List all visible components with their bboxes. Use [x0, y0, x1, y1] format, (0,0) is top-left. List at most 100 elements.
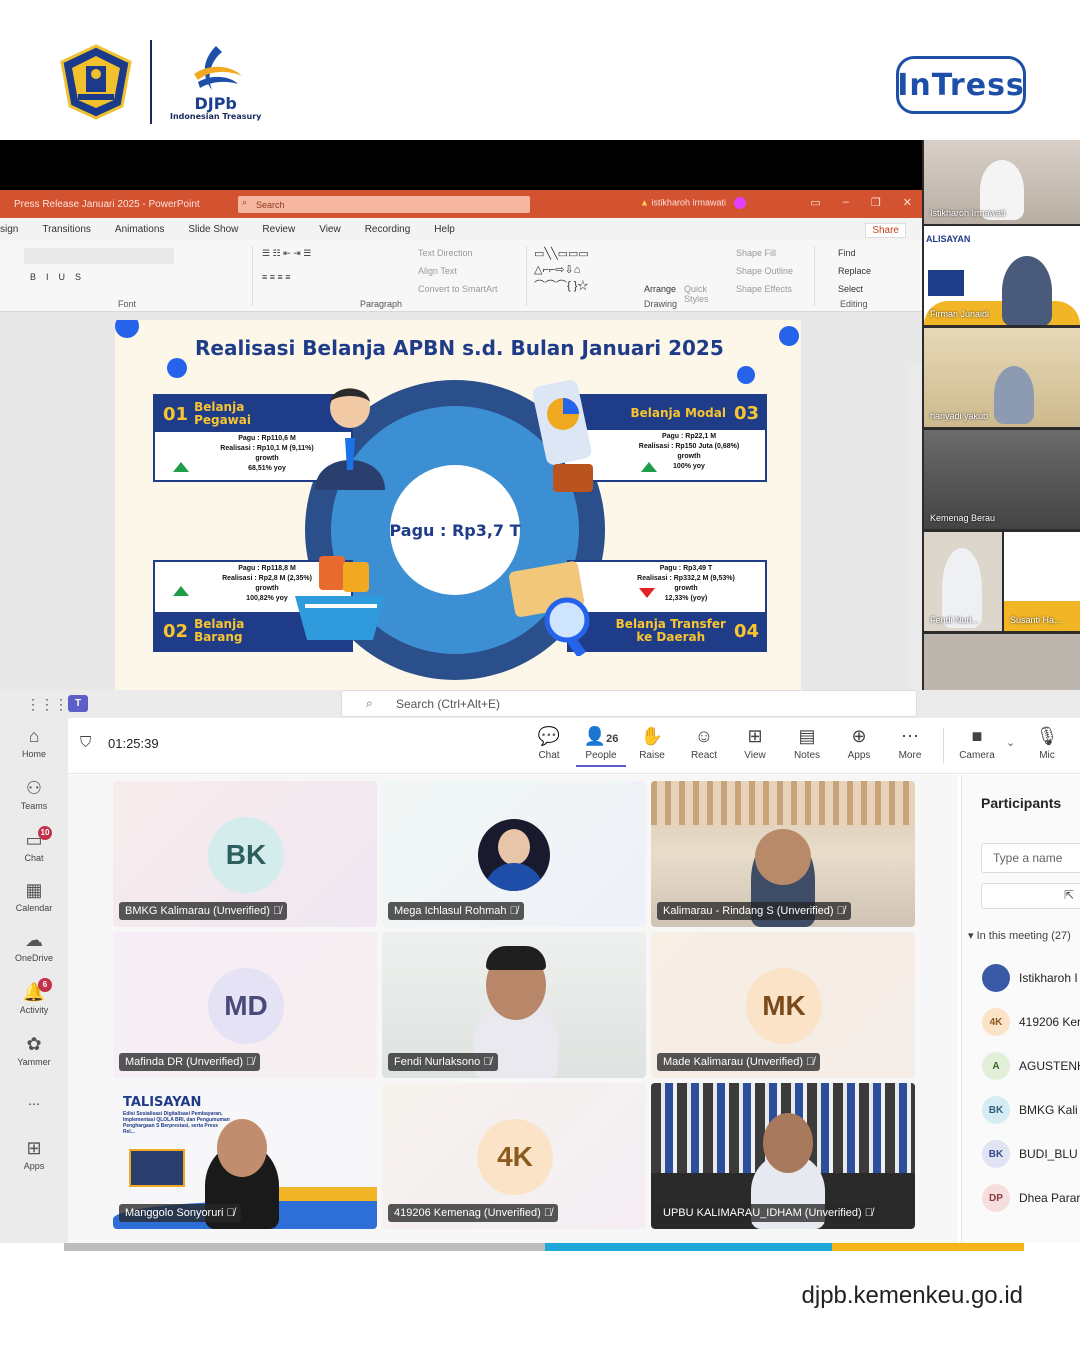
convert-smartart-button[interactable]: Convert to SmartArt [418, 284, 498, 294]
participant-list-item[interactable]: BK BUDI_BLU [982, 1139, 1080, 1169]
chevron-down-icon[interactable]: ⌄ [1006, 736, 1015, 749]
avatar: 4K [982, 1008, 1010, 1036]
rail-apps[interactable]: ⊞ Apps [0, 1138, 68, 1171]
video-tile[interactable]: Fendi Nurl... [924, 532, 1002, 631]
chart-phone-illustration-icon [532, 379, 593, 492]
tab-slide-show[interactable]: Slide Show [188, 224, 238, 235]
participant-list-item[interactable]: DP Dhea Parar [982, 1183, 1080, 1213]
people-icon: 👤26 [583, 726, 619, 746]
participant-tile[interactable]: UPBU KALIMARAU_IDHAM (Unverified) 🎙̸ [651, 1083, 915, 1229]
slide-scrollbar[interactable] [910, 364, 922, 690]
select-button[interactable]: Select [838, 284, 863, 294]
video-tile[interactable]: hariyadi yakub [924, 328, 1080, 427]
text-direction-button[interactable]: Text Direction [418, 248, 473, 258]
participant-name: BMKG Kalimarau (Unverified) 🎙̸ [119, 902, 288, 920]
video-tile[interactable]: ALISAYAN Firman Junaidi [924, 226, 1080, 325]
share-icon: ⇱ [1064, 888, 1075, 902]
participant-tile[interactable]: TALISAYAN Edisi Sosialisasi Digitalisasi… [113, 1083, 377, 1229]
video-tile[interactable]: Susanti Ha... [1004, 532, 1080, 631]
rail-teams[interactable]: ⚇ Teams [0, 778, 68, 811]
participant-tile[interactable]: BK BMKG Kalimarau (Unverified) 🎙̸ [113, 781, 377, 927]
teams-search-input[interactable]: ⌕ Search (Ctrl+Alt+E) [341, 690, 917, 717]
share-invite-button[interactable]: ⇱ [981, 883, 1080, 909]
notes-button[interactable]: ▤ Notes [782, 726, 832, 761]
rail-calendar[interactable]: ▦ Calendar [0, 880, 68, 913]
rail-onedrive[interactable]: ☁ OneDrive [0, 930, 68, 963]
rail-chat[interactable]: ▭ Chat 10 [0, 826, 68, 863]
participant-tile[interactable]: Fendi Nurlaksono 🎙̸ [382, 932, 646, 1078]
list-buttons[interactable]: ☰ ☷ ⇤ ⇥ ☰ [262, 248, 311, 259]
ppt-search-box[interactable]: ⌕ Search [238, 196, 530, 213]
participant-list-item[interactable]: Istikharoh I [982, 963, 1080, 993]
card-pagu: Pagu : Rp22,1 M [661, 433, 717, 440]
ribbon-display-icon[interactable]: ▭ [810, 196, 820, 209]
rail-yammer[interactable]: ✿ Yammer [0, 1034, 68, 1067]
share-button[interactable]: Share [865, 223, 906, 238]
camera-icon: ■ [971, 726, 983, 746]
shape-fill-button[interactable]: Shape Fill [736, 248, 776, 258]
restore-icon[interactable]: ❐ [871, 196, 881, 209]
card-number: 03 [733, 402, 759, 424]
people-button[interactable]: 👤26 People [576, 726, 626, 767]
minimize-icon[interactable]: – [843, 196, 849, 209]
rail-home[interactable]: ⌂ Home [0, 726, 68, 759]
participant-list-item[interactable]: A AGUSTENH [982, 1051, 1080, 1081]
more-icon: ⋯ [901, 726, 919, 746]
shopping-basket-illustration-icon [295, 556, 385, 640]
people-count: 26 [606, 733, 619, 745]
tab-transitions[interactable]: Transitions [42, 224, 91, 235]
video-tile[interactable] [924, 634, 1080, 693]
tab-recording[interactable]: Recording [365, 224, 411, 235]
participant-list-item[interactable]: 4K 419206 Ker [982, 1007, 1080, 1037]
tab-animations[interactable]: Animations [115, 224, 164, 235]
participant-tile[interactable]: Kalimarau - Rindang S (Unverified) 🎙̸ [651, 781, 915, 927]
card-belanja-transfer: Pagu : Rp3,49 T Realisasi : Rp332,2 M (9… [567, 560, 767, 652]
font-name-box[interactable] [24, 248, 174, 264]
view-button[interactable]: ⊞ View [730, 726, 780, 761]
participant-name: Made Kalimarau (Unverified) 🎙̸ [657, 1053, 821, 1071]
align-buttons[interactable]: ≡ ≡ ≡ ≡ [262, 272, 291, 282]
djpb-tagline: Indonesian Treasury [170, 111, 262, 121]
participant-tile[interactable]: MD Mafinda DR (Unverified) 🎙̸ [113, 932, 377, 1078]
ppt-user-name[interactable]: ▲ istikharoh irmawati [640, 197, 747, 209]
participant-tile[interactable]: 4K 419206 Kemenag (Unverified) 🎙̸ [382, 1083, 646, 1229]
video-tile[interactable]: Istikharoh Irmawati [924, 140, 1080, 224]
find-button[interactable]: Find [838, 248, 856, 258]
participant-name: Fendi Nurlaksono 🎙̸ [388, 1053, 498, 1071]
align-text-button[interactable]: Align Text [418, 266, 457, 276]
font-format-buttons[interactable]: BIUS [30, 272, 91, 282]
shapes-gallery[interactable]: ▭╲╲▭▭▭ △⌐⌐⇨⇩⌂ ⌒⌒⌒{ }☆ [534, 246, 634, 294]
participant-grid: BK BMKG Kalimarau (Unverified) 🎙̸ Mega I… [68, 775, 958, 1243]
camera-button[interactable]: ■ Camera [952, 726, 1002, 761]
more-button[interactable]: ⋯ More [885, 726, 935, 761]
tab-help[interactable]: Help [434, 224, 455, 235]
chat-bubble-icon: 💬 [537, 726, 561, 746]
bell-icon: 🔔 [22, 982, 46, 1002]
tab-design[interactable]: sign [0, 224, 18, 235]
ppt-titlebar: Press Release Januari 2025 - PowerPoint … [0, 190, 922, 218]
close-icon[interactable]: ✕ [903, 196, 912, 209]
raise-hand-button[interactable]: ✋ Raise [627, 726, 677, 761]
in-meeting-section-toggle[interactable]: ▾ In this meeting (27) [968, 929, 1071, 942]
participant-tile[interactable]: Mega Ichlasul Rohmah 🎙̸ [382, 781, 646, 927]
arrange-button[interactable]: Arrange [644, 284, 676, 294]
quick-styles-button[interactable]: Quick Styles [684, 284, 714, 304]
rail-more[interactable]: ... [0, 1092, 68, 1108]
replace-button[interactable]: Replace [838, 266, 871, 276]
shape-effects-button[interactable]: Shape Effects [736, 284, 792, 294]
mic-button[interactable]: 🎙 Mic [1022, 726, 1072, 761]
shape-outline-button[interactable]: Shape Outline [736, 266, 793, 276]
app-launcher-icon[interactable]: ⋮⋮⋮ [26, 696, 68, 713]
tab-review[interactable]: Review [262, 224, 295, 235]
participant-search-input[interactable]: Type a name [981, 843, 1080, 873]
tab-view[interactable]: View [319, 224, 341, 235]
teams-search-placeholder: Search (Ctrl+Alt+E) [396, 696, 501, 711]
react-button[interactable]: ☺ React [679, 726, 729, 761]
participant-list-item[interactable]: BK BMKG Kali [982, 1095, 1080, 1125]
chat-button[interactable]: 💬 Chat [524, 726, 574, 761]
apps-button[interactable]: ⊕ Apps [834, 726, 884, 761]
participant-tile[interactable]: MK Made Kalimarau (Unverified) 🎙̸ [651, 932, 915, 1078]
video-tile[interactable]: Kemenag Berau [924, 430, 1080, 529]
ceiling-background [651, 781, 915, 825]
rail-activity[interactable]: 🔔 Activity 6 [0, 978, 68, 1015]
